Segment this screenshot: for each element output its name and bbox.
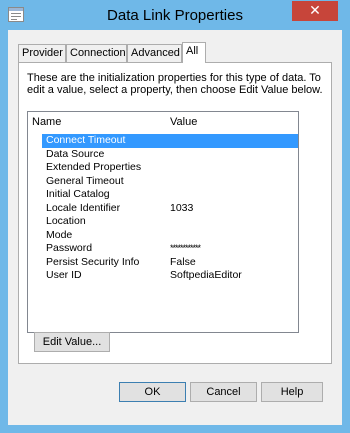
property-name: Initial Catalog (46, 188, 110, 200)
dialog-window: Data Link Properties ✕ Provider Connecti… (0, 0, 350, 433)
title-bar[interactable]: Data Link Properties ✕ (0, 0, 350, 30)
property-value: False (170, 255, 196, 268)
property-name: User ID (46, 269, 82, 281)
cancel-button[interactable]: Cancel (190, 382, 257, 402)
property-name: Password (46, 242, 93, 254)
tab-panel-all: These are the initialization properties … (18, 62, 332, 364)
property-value: SoftpediaEditor (170, 269, 242, 281)
list-item[interactable]: Initial Catalog (28, 188, 298, 202)
list-item[interactable]: Password ************ (28, 242, 298, 256)
property-name: Locale Identifier (46, 201, 121, 214)
list-item[interactable]: User ID SoftpediaEditor (28, 269, 298, 283)
property-name: Location (46, 215, 86, 227)
list-item[interactable]: Mode (28, 229, 298, 243)
ok-button[interactable]: OK (119, 382, 186, 402)
tab-provider[interactable]: Provider (18, 44, 66, 62)
window-frame-left (0, 30, 8, 433)
close-button[interactable]: ✕ (292, 1, 338, 21)
tab-advanced[interactable]: Advanced (127, 44, 182, 62)
property-value: 1033 (170, 201, 194, 214)
column-header-value[interactable]: Value (170, 116, 197, 128)
list-item[interactable]: General Timeout (28, 175, 298, 189)
property-name: General Timeout (46, 174, 124, 187)
help-button[interactable]: Help (261, 382, 323, 402)
list-item[interactable]: Extended Properties (28, 161, 298, 175)
list-header: Name Value (28, 112, 298, 130)
property-name: Extended Properties (46, 161, 142, 173)
tab-connection[interactable]: Connection (66, 44, 127, 62)
tab-all[interactable]: All (182, 42, 206, 63)
property-name: Mode (46, 228, 73, 241)
list-rows: Connect Timeout Data Source Extended Pro… (28, 134, 298, 283)
edit-value-button[interactable]: Edit Value... (34, 332, 110, 352)
window-frame-bottom (0, 425, 350, 433)
property-name: Persist Security Info (46, 255, 140, 268)
intro-text: These are the initialization properties … (27, 72, 323, 96)
property-name: Connect Timeout (46, 134, 126, 146)
properties-list[interactable]: Name Value Connect Timeout Data Source E… (27, 111, 299, 333)
list-item[interactable]: Persist Security Info False (28, 256, 298, 270)
window-frame-right (342, 30, 350, 433)
list-item[interactable]: Connect Timeout (42, 134, 298, 148)
list-item[interactable]: Location (28, 215, 298, 229)
list-item[interactable]: Locale Identifier 1033 (28, 202, 298, 216)
property-value: ************ (170, 243, 201, 253)
list-item[interactable]: Data Source (28, 148, 298, 162)
column-header-name[interactable]: Name (32, 116, 61, 128)
property-name: Data Source (46, 147, 105, 160)
